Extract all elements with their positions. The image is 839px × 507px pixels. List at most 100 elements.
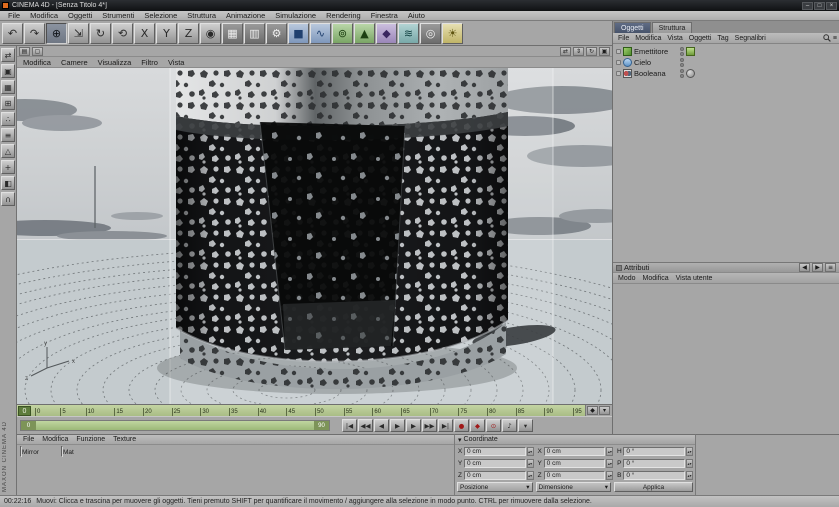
spinner[interactable]: ▴▾ [686, 471, 694, 480]
object-row[interactable]: Cielo [613, 57, 839, 68]
material-item[interactable]: Mat [61, 446, 99, 457]
edges-mode-icon[interactable]: ≡ [1, 128, 15, 142]
timeline-ruler[interactable]: 0 5 10 15 20 25 30 35 40 45 50 55 60 65 70 75 80 85 90 95 0… [17, 404, 612, 416]
record-keyframe-button[interactable]: ◆ [470, 419, 485, 432]
marker-menu-button[interactable]: ▾ [599, 406, 610, 415]
materials-menu-item[interactable]: Texture [110, 436, 139, 443]
visibility-toggles[interactable] [680, 58, 684, 67]
window-control-button[interactable]: – [802, 1, 813, 10]
coordinate-system-icon[interactable]: ◉ [200, 22, 221, 44]
visibility-toggles[interactable] [680, 69, 684, 78]
panel-camera-icon[interactable]: ▢ [32, 46, 43, 56]
scale-tool-icon[interactable]: ⇲ [68, 22, 89, 44]
spinner[interactable]: ▴▾ [686, 459, 694, 468]
add-generator-icon[interactable]: ⊚ [332, 22, 353, 44]
expand-toggle-icon[interactable] [616, 71, 621, 76]
solo-mode-icon[interactable]: ◧ [1, 176, 15, 190]
object-name[interactable]: Emettitore [634, 47, 678, 56]
menu-item[interactable]: Strumenti [97, 11, 139, 20]
spinner[interactable]: ▴▾ [606, 447, 614, 456]
orbit-view-icon[interactable]: ↻ [586, 46, 597, 56]
expand-toggle-icon[interactable] [616, 60, 621, 65]
history-back-icon[interactable]: ◀ [799, 263, 810, 272]
play-button[interactable]: ▶ [390, 419, 405, 432]
goto-end-button[interactable]: ▶| [438, 419, 453, 432]
object-name[interactable]: Booleana [634, 69, 678, 78]
add-spline-icon[interactable]: ∿ [310, 22, 331, 44]
render-view-icon[interactable]: ▦ [222, 22, 243, 44]
viewport-canvas[interactable]: x y z [17, 68, 612, 404]
coordinates-mode-select[interactable]: Posizione ▾ [457, 482, 533, 492]
range-start-handle[interactable]: 0 [21, 421, 36, 430]
object-manager-menu-item[interactable]: Vista [664, 35, 685, 42]
next-frame-button[interactable]: ▶ [406, 419, 421, 432]
size-input[interactable]: 0 cm [543, 447, 606, 456]
object-manager-menu-item[interactable]: Oggetti [686, 35, 715, 42]
position-input[interactable]: 0 cm [464, 471, 526, 480]
object-tag-icon[interactable] [686, 69, 695, 78]
zoom-view-icon[interactable]: ⇕ [573, 46, 584, 56]
render-picture-viewer-icon[interactable]: ▥ [244, 22, 265, 44]
object-name[interactable]: Cielo [634, 58, 678, 67]
viewport-menu-item[interactable]: Vista [164, 58, 189, 67]
goto-start-button[interactable]: |◀ [342, 419, 357, 432]
object-row[interactable]: Booleana [613, 68, 839, 79]
range-end-handle[interactable]: 90 [314, 421, 329, 430]
attributes-menu-item[interactable]: Modo [615, 275, 639, 282]
texture-mode-icon[interactable]: ▦ [1, 80, 15, 94]
material-item[interactable]: Mirror [20, 446, 58, 457]
sound-button[interactable]: ♪ [502, 419, 517, 432]
undo-icon[interactable]: ↶ [2, 22, 23, 44]
toggle-view-icon[interactable]: ▣ [599, 46, 610, 56]
menu-item[interactable]: File [3, 11, 25, 20]
object-tag-icon[interactable] [686, 47, 695, 56]
menu-item[interactable]: Finestra [366, 11, 403, 20]
add-modeling-icon[interactable]: ▲ [354, 22, 375, 44]
lock-z-axis-icon[interactable]: Z [178, 22, 199, 44]
next-key-button[interactable]: ▶▶ [422, 419, 437, 432]
object-manager-tab[interactable]: Oggetti [614, 22, 651, 33]
history-forward-icon[interactable]: ▶ [812, 263, 823, 272]
object-manager-menu-item[interactable]: Tag [714, 35, 731, 42]
lock-x-axis-icon[interactable]: X [134, 22, 155, 44]
rotation-input[interactable]: 0 ° [623, 447, 686, 456]
axis-mode-icon[interactable]: + [1, 160, 15, 174]
add-light-icon[interactable]: ☀ [442, 22, 463, 44]
menu-item[interactable]: Oggetti [63, 11, 97, 20]
render-settings-icon[interactable]: ⚙ [266, 22, 287, 44]
add-deformer-icon[interactable]: ◆ [376, 22, 397, 44]
polygons-mode-icon[interactable]: △ [1, 144, 15, 158]
make-editable-icon[interactable]: ⇄ [1, 48, 15, 62]
spinner[interactable]: ▴▾ [686, 447, 694, 456]
add-camera-icon[interactable]: ◎ [420, 22, 441, 44]
window-control-button[interactable]: □ [814, 1, 825, 10]
expand-toggle-icon[interactable] [616, 49, 621, 54]
object-manager-menu-item[interactable]: File [615, 35, 632, 42]
add-environment-icon[interactable]: ≋ [398, 22, 419, 44]
rotation-input[interactable]: 0 ° [623, 471, 686, 480]
previous-key-button[interactable]: ◀◀ [358, 419, 373, 432]
search-icon[interactable] [823, 34, 831, 42]
workplane-mode-icon[interactable]: ⊞ [1, 96, 15, 110]
viewport-menu-item[interactable]: Filtro [137, 58, 162, 67]
menu-item[interactable]: Animazione [221, 11, 270, 20]
object-manager-menu-item[interactable]: Modifica [632, 35, 664, 42]
redo-icon[interactable]: ↷ [24, 22, 45, 44]
materials-menu-item[interactable]: Modifica [39, 436, 71, 443]
size-input[interactable]: 0 cm [543, 471, 606, 480]
model-mode-icon[interactable]: ▣ [1, 64, 15, 78]
pan-view-icon[interactable]: ⇄ [560, 46, 571, 56]
rotation-input[interactable]: 0 ° [623, 459, 686, 468]
panel-layout-icon[interactable]: ▤ [19, 46, 30, 56]
collapse-icon[interactable]: ▾ [458, 436, 462, 444]
attributes-menu-item[interactable]: Vista utente [673, 275, 716, 282]
autokey-button[interactable]: ⊙ [486, 419, 501, 432]
materials-menu-item[interactable]: Funzione [73, 436, 108, 443]
object-manager-tab[interactable]: Struttura [651, 22, 693, 33]
menu-item[interactable]: Modifica [25, 11, 63, 20]
add-cube-icon[interactable]: ■ [288, 22, 309, 44]
position-input[interactable]: 0 cm [464, 459, 526, 468]
keyframe-bar-button[interactable]: ◆ [587, 406, 598, 415]
object-row[interactable]: Emettitore [613, 46, 839, 57]
last-tool-icon[interactable]: ⟲ [112, 22, 133, 44]
